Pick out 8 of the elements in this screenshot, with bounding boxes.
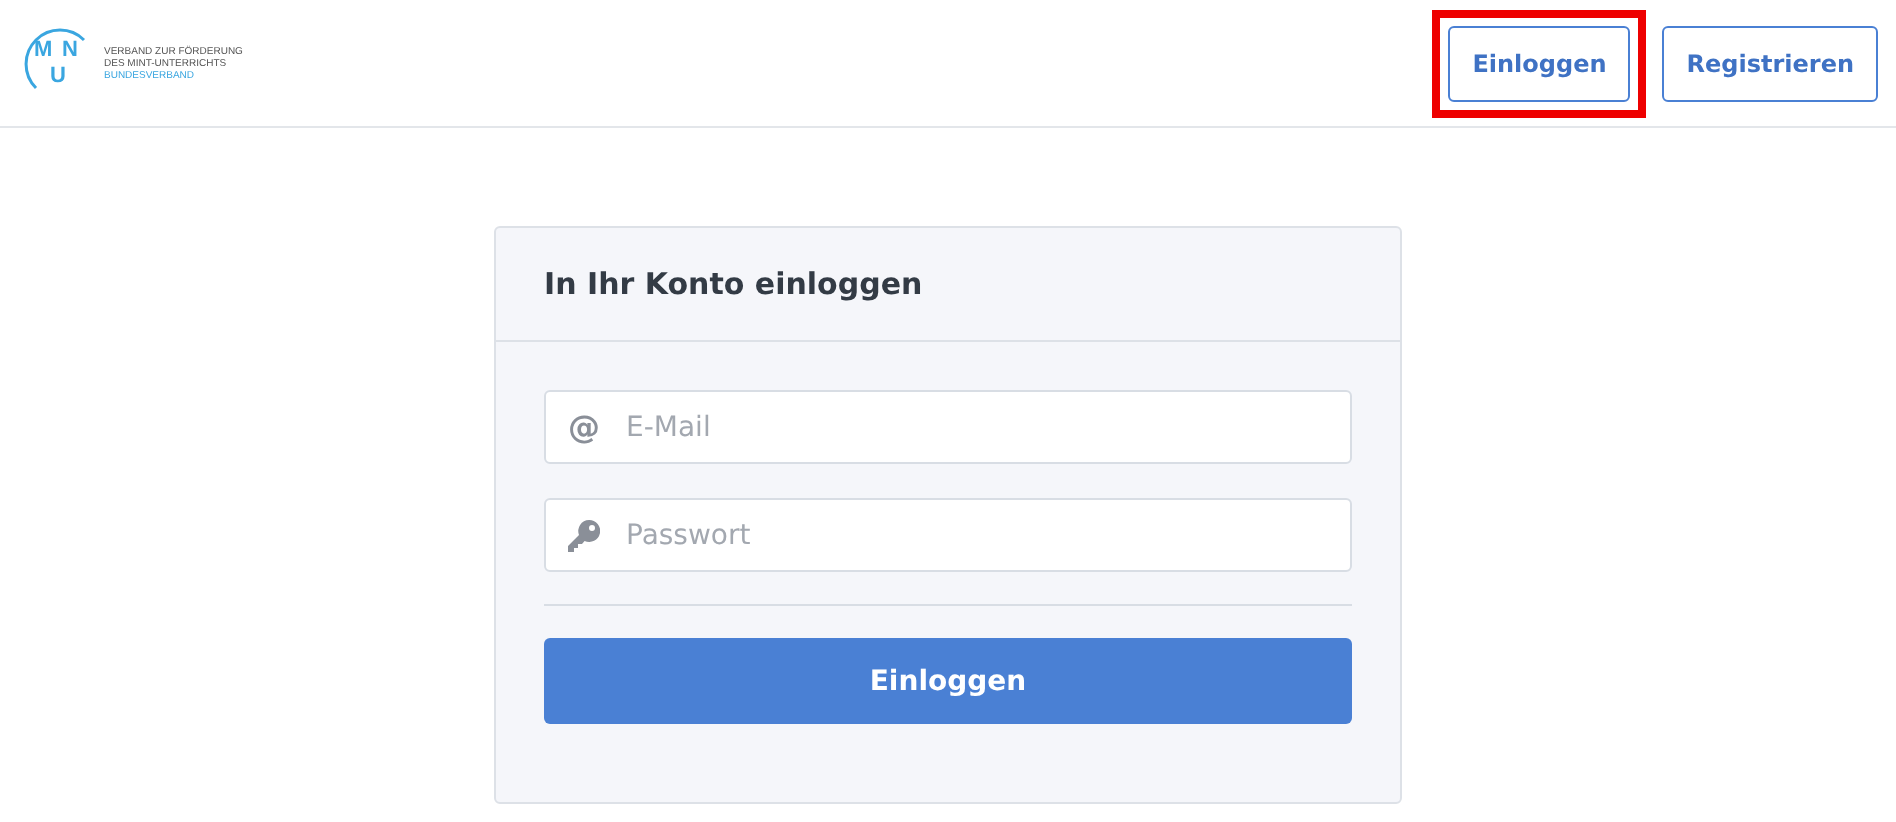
submit-button[interactable]: Einloggen: [544, 638, 1352, 724]
password-field[interactable]: Passwort: [544, 498, 1352, 572]
at-icon: @: [544, 390, 624, 464]
key-icon: [568, 519, 600, 551]
card-title: In Ihr Konto einloggen: [544, 266, 923, 302]
register-button[interactable]: Registrieren: [1662, 25, 1878, 101]
login-button[interactable]: Einloggen: [1448, 25, 1631, 101]
logo-mark: M N U: [24, 27, 96, 99]
